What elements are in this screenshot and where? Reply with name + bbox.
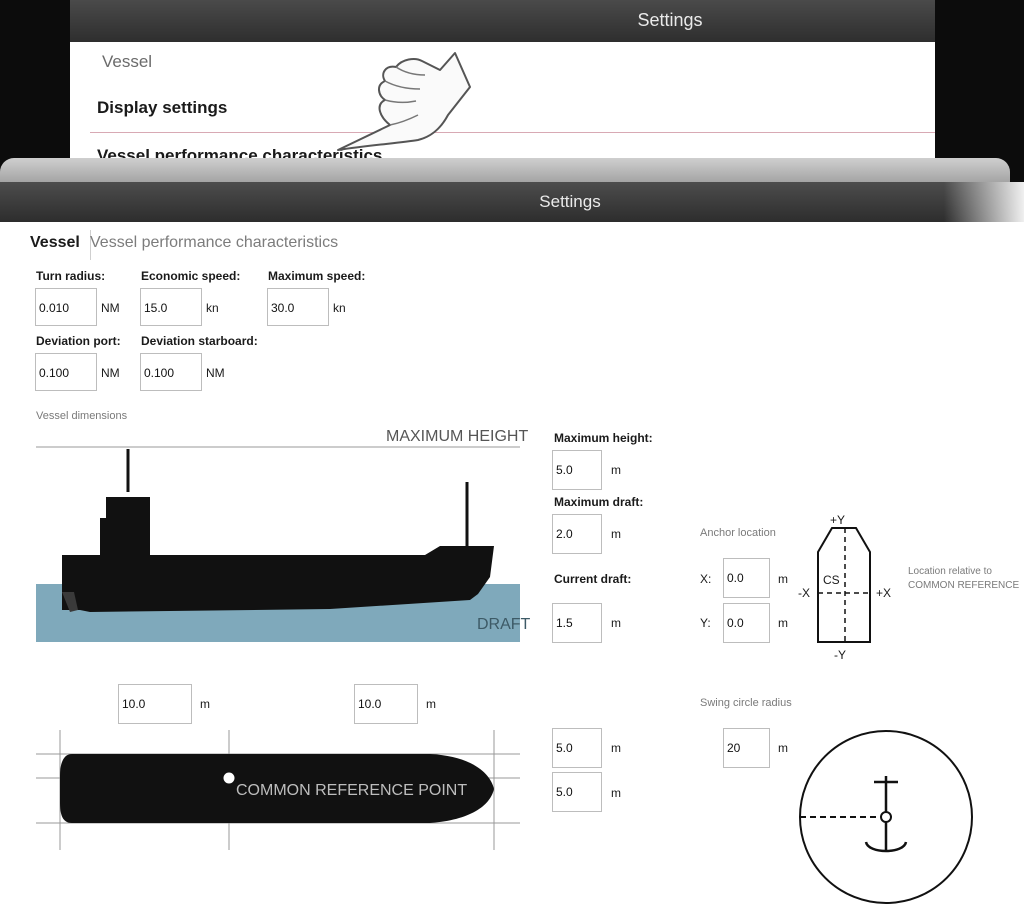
back-title: Settings bbox=[637, 10, 703, 30]
pointing-hand-icon bbox=[337, 52, 471, 151]
swing-circle-diagram bbox=[799, 730, 973, 904]
settings-window: Settings Vessel Vessel performance chara… bbox=[0, 182, 1024, 920]
menu-divider bbox=[90, 132, 935, 133]
menu-item-vessel[interactable]: Vessel bbox=[102, 52, 152, 72]
back-title-bar: Settings bbox=[70, 0, 935, 42]
menu-item-display-settings[interactable]: Display settings bbox=[97, 98, 227, 118]
